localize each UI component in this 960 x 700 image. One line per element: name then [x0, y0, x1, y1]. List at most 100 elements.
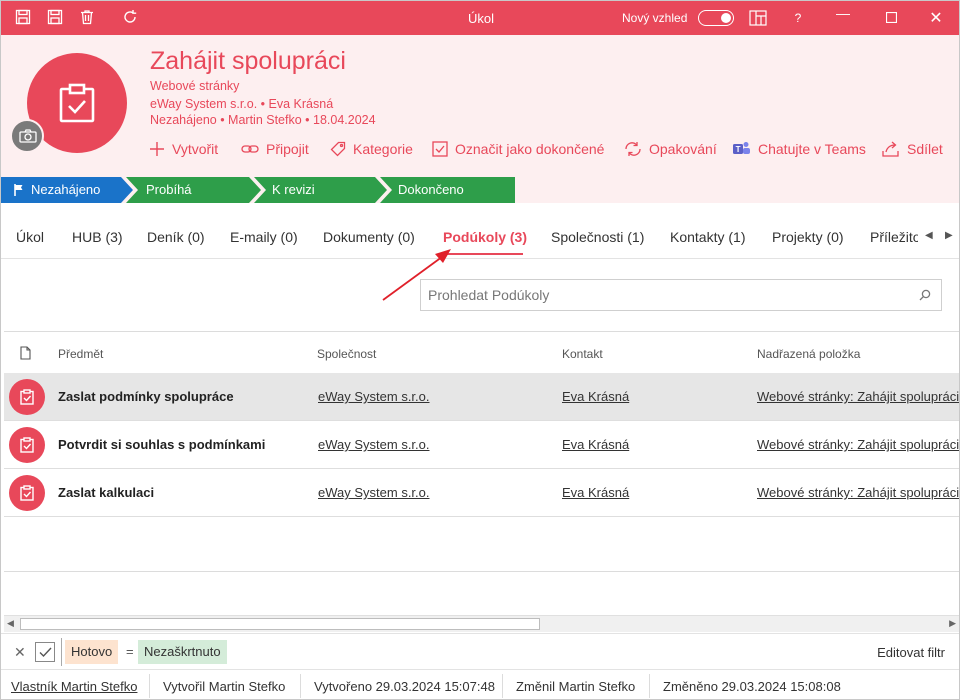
document-icon	[20, 346, 31, 363]
link-icon	[241, 145, 259, 153]
tab-scroll-right-icon[interactable]: ▶	[945, 230, 953, 241]
modified-at: Změněno 29.03.2024 15:08:08	[663, 679, 841, 694]
stage-bar: Nezahájeno Probíhá K revizi Dokončeno	[1, 177, 959, 203]
tab-opportunities[interactable]: Příležito	[870, 229, 918, 245]
teams-chat-button[interactable]: T Chatujte v Teams	[733, 139, 866, 159]
created-at: Vytvořeno 29.03.2024 15:07:48	[314, 679, 495, 694]
attach-button[interactable]: Připojit	[241, 139, 309, 159]
share-label: Sdílet	[907, 141, 943, 157]
divider	[649, 674, 650, 698]
tab-task[interactable]: Úkol	[16, 229, 44, 245]
row-contact-link[interactable]: Eva Krásná	[562, 389, 629, 404]
minimize-icon[interactable]: —	[833, 5, 853, 21]
scrollbar-thumb[interactable]	[20, 618, 540, 630]
stage-done[interactable]: Dokončeno	[392, 177, 512, 203]
toggle-knob	[721, 13, 731, 23]
divider	[300, 674, 301, 698]
recurrence-button[interactable]: Opakování	[624, 139, 717, 159]
grid-top-border	[4, 331, 959, 332]
search-icon[interactable]	[919, 289, 931, 304]
filter-operator: =	[126, 644, 134, 659]
checkbox-icon	[432, 141, 448, 157]
tab-journal[interactable]: Deník (0)	[147, 229, 205, 245]
status-line: Nezahájeno • Martin Stefko • 18.04.2024	[150, 113, 376, 127]
divider	[149, 674, 150, 698]
row-company-link[interactable]: eWay System s.r.o.	[318, 437, 430, 452]
column-header-parent[interactable]: Nadřazená položka	[757, 347, 860, 361]
created-by: Vytvořil Martin Stefko	[163, 679, 286, 694]
stage-review[interactable]: K revizi	[266, 177, 386, 203]
close-icon[interactable]: ✕	[926, 8, 946, 28]
tab-hub[interactable]: HUB (3)	[72, 229, 123, 245]
tab-projects[interactable]: Projekty (0)	[772, 229, 844, 245]
table-row[interactable]: Zaslat kalkulaci eWay System s.r.o. Eva …	[4, 469, 959, 517]
category-button[interactable]: Kategorie	[330, 139, 413, 159]
owner-link[interactable]: Vlastník Martin Stefko	[11, 679, 137, 694]
task-window: Úkol Nový vzhled ? — ✕ Zahájit spoluprác…	[0, 0, 960, 700]
help-icon[interactable]: ?	[788, 11, 808, 25]
clear-filter-icon[interactable]: ✕	[14, 644, 26, 661]
create-label: Vytvořit	[172, 141, 219, 157]
column-header-company[interactable]: Společnost	[317, 347, 376, 361]
maximize-icon[interactable]	[881, 10, 901, 26]
row-subject: Zaslat kalkulaci	[58, 485, 155, 500]
filter-enabled-checkbox[interactable]	[35, 642, 55, 662]
divider	[502, 674, 503, 698]
stage-label: Probíhá	[146, 182, 192, 197]
camera-icon[interactable]	[10, 119, 44, 153]
search-input[interactable]	[428, 287, 908, 303]
layout-icon[interactable]	[749, 10, 767, 28]
grid-body: Zaslat podmínky spolupráce eWay System s…	[1, 373, 959, 523]
teams-icon: T	[733, 142, 750, 154]
row-parent-link[interactable]: Webové stránky: Zahájit spolupráci	[757, 485, 959, 500]
row-contact-link[interactable]: Eva Krásná	[562, 485, 629, 500]
horizontal-scrollbar[interactable]: ◀ ▶	[4, 615, 959, 632]
filter-value[interactable]: Nezaškrtnuto	[138, 640, 227, 664]
search-box	[420, 279, 942, 311]
filter-bar: ✕ Hotovo = Nezaškrtnuto Editovat filtr	[1, 633, 959, 669]
mark-complete-label: Označit jako dokončené	[455, 141, 605, 157]
table-row[interactable]: Potvrdit si souhlas s podmínkami eWay Sy…	[4, 421, 959, 469]
scroll-left-icon[interactable]: ◀	[7, 618, 14, 629]
mark-complete-button[interactable]: Označit jako dokončené	[432, 139, 604, 159]
stage-label: Dokončeno	[398, 182, 464, 197]
recurrence-label: Opakování	[649, 141, 717, 157]
row-company-link[interactable]: eWay System s.r.o.	[318, 389, 430, 404]
new-look-toggle[interactable]	[698, 10, 734, 26]
project-link[interactable]: Webové stránky	[150, 79, 239, 93]
task-avatar-icon	[9, 379, 45, 415]
teams-chat-label: Chatujte v Teams	[758, 141, 866, 157]
tab-companies[interactable]: Společnosti (1)	[551, 229, 644, 245]
row-parent-link[interactable]: Webové stránky: Zahájit spolupráci	[757, 389, 959, 404]
scroll-right-icon[interactable]: ▶	[949, 618, 956, 629]
window-title: Úkol	[467, 11, 494, 26]
tab-contacts[interactable]: Kontakty (1)	[670, 229, 745, 245]
column-header-contact[interactable]: Kontakt	[562, 347, 603, 361]
repeat-icon	[625, 142, 641, 156]
table-row[interactable]: Zaslat podmínky spolupráce eWay System s…	[4, 373, 959, 421]
stage-label: K revizi	[272, 182, 315, 197]
check-icon	[39, 647, 52, 658]
stage-in-progress[interactable]: Probíhá	[138, 177, 258, 203]
row-subject: Potvrdit si souhlas s podmínkami	[58, 437, 266, 452]
task-avatar-icon	[9, 427, 45, 463]
row-company-link[interactable]: eWay System s.r.o.	[318, 485, 430, 500]
stage-not-started[interactable]: Nezahájeno	[1, 177, 133, 203]
row-parent-link[interactable]: Webové stránky: Zahájit spolupráci	[757, 437, 959, 452]
filter-field[interactable]: Hotovo	[65, 640, 119, 664]
title-bar: Úkol Nový vzhled ? — ✕	[1, 1, 959, 35]
column-header-subject[interactable]: Předmět	[58, 347, 103, 361]
tab-emails[interactable]: E-maily (0)	[230, 229, 298, 245]
svg-text:T: T	[736, 145, 741, 154]
share-button[interactable]: Sdílet	[882, 139, 943, 159]
edit-filter-button[interactable]: Editovat filtr	[877, 645, 945, 660]
flag-icon	[14, 184, 23, 196]
row-contact-link[interactable]: Eva Krásná	[562, 437, 629, 452]
tag-icon	[330, 141, 346, 157]
new-look-label: Nový vzhled	[622, 11, 688, 25]
create-button[interactable]: Vytvořit	[149, 139, 218, 159]
tab-scroll-left-icon[interactable]: ◀	[925, 230, 933, 241]
grid-bottom-border	[4, 571, 959, 572]
tab-bar: Úkol HUB (3) Deník (0) E-maily (0) Dokum…	[1, 215, 959, 259]
stage-label: Nezahájeno	[31, 182, 101, 197]
